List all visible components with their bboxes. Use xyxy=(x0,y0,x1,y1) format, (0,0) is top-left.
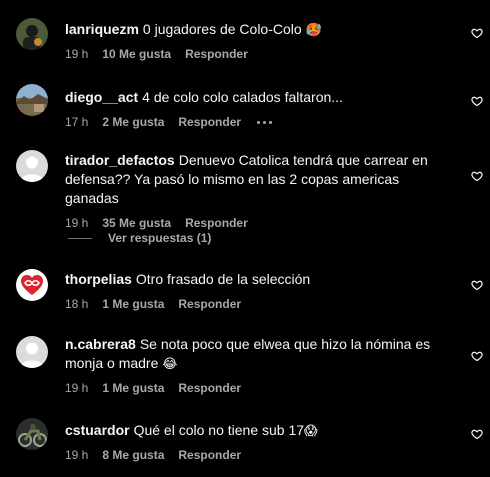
avatar[interactable] xyxy=(16,84,48,116)
comment-likes[interactable]: 8 Me gusta xyxy=(102,448,164,462)
reply-button[interactable]: Responder xyxy=(185,216,248,230)
heart-icon[interactable] xyxy=(471,27,483,39)
comment-meta: 19 h 10 Me gusta Responder xyxy=(65,45,450,63)
comment-body: Otro frasado de la selección xyxy=(135,271,311,287)
comment-text: n.cabrera8 Se nota poco que elwea que hiz… xyxy=(65,335,450,373)
comment-body: Qué el colo no tiene sub 17 xyxy=(133,422,305,438)
reply-button[interactable]: Responder xyxy=(178,115,241,129)
heart-icon[interactable] xyxy=(471,170,483,182)
heart-icon[interactable] xyxy=(471,350,483,362)
comment-text: diego__act 4 de colo colo calados faltaro… xyxy=(65,88,450,107)
avatar[interactable] xyxy=(16,18,48,50)
reply-button[interactable]: Responder xyxy=(178,297,241,311)
comment-likes[interactable]: 10 Me gusta xyxy=(102,47,171,61)
heart-icon[interactable] xyxy=(471,95,483,107)
reply-button[interactable]: Responder xyxy=(178,448,241,462)
comment-time: 19 h xyxy=(65,47,89,61)
avatar[interactable] xyxy=(16,418,48,450)
comment-meta: 19 h 8 Me gusta Responder xyxy=(65,446,450,464)
comment-username[interactable]: lanriquezm xyxy=(65,21,139,37)
view-replies-button[interactable]: Ver respuestas (1) xyxy=(68,231,211,245)
comment-username[interactable]: n.cabrera8 xyxy=(65,336,136,352)
comment-emoji: 😱 xyxy=(304,423,318,438)
comment-likes[interactable]: 35 Me gusta xyxy=(102,216,171,230)
comment-username[interactable]: thorpelias xyxy=(65,271,132,287)
comment-time: 19 h xyxy=(65,381,89,395)
heart-icon[interactable] xyxy=(471,279,483,291)
comment-time: 19 h xyxy=(65,448,89,462)
comment-emoji: 😂 xyxy=(162,356,178,371)
comment-likes[interactable]: 2 Me gusta xyxy=(102,115,164,129)
comment-time: 18 h xyxy=(65,297,89,311)
comment-time: 19 h xyxy=(65,216,89,230)
comment-body: 0 jugadores de Colo-Colo xyxy=(142,21,302,37)
replies-divider xyxy=(68,237,92,239)
avatar[interactable] xyxy=(16,336,48,368)
reply-button[interactable]: Responder xyxy=(178,381,241,395)
comment-username[interactable]: tirador_defactos xyxy=(65,152,175,168)
comments-feed: lanriquezm 0 jugadores de Colo-Colo 🥵 19 … xyxy=(0,0,490,477)
comment-meta: 17 h 2 Me gusta Responder xyxy=(65,113,450,131)
comment-username[interactable]: diego__act xyxy=(65,89,138,105)
comment-likes[interactable]: 1 Me gusta xyxy=(102,381,164,395)
comment-text: lanriquezm 0 jugadores de Colo-Colo 🥵 xyxy=(65,20,450,39)
comment-meta: 19 h 35 Me gusta Responder xyxy=(65,214,450,232)
comment-meta: 19 h 1 Me gusta Responder xyxy=(65,379,450,397)
comment-meta: 18 h 1 Me gusta Responder xyxy=(65,295,450,313)
comment-likes[interactable]: 1 Me gusta xyxy=(102,297,164,311)
comment-emoji: 🥵 xyxy=(305,22,322,37)
comment-body: 4 de colo colo calados faltaron... xyxy=(142,89,343,105)
ellipsis-icon[interactable] xyxy=(257,120,273,124)
comment-text: tirador_defactos Denuevo Catolica tendrá … xyxy=(65,151,450,208)
comment-time: 17 h xyxy=(65,115,89,129)
reply-button[interactable]: Responder xyxy=(185,47,248,61)
avatar[interactable] xyxy=(16,150,48,182)
comment-text: thorpelias Otro frasado de la selección xyxy=(65,270,450,289)
comment-text: cstuardor Qué el colo no tiene sub 17😱 xyxy=(65,421,450,440)
avatar[interactable] xyxy=(16,269,48,301)
heart-icon[interactable] xyxy=(471,428,483,440)
comment-username[interactable]: cstuardor xyxy=(65,422,130,438)
view-replies-label[interactable]: Ver respuestas (1) xyxy=(108,231,211,245)
